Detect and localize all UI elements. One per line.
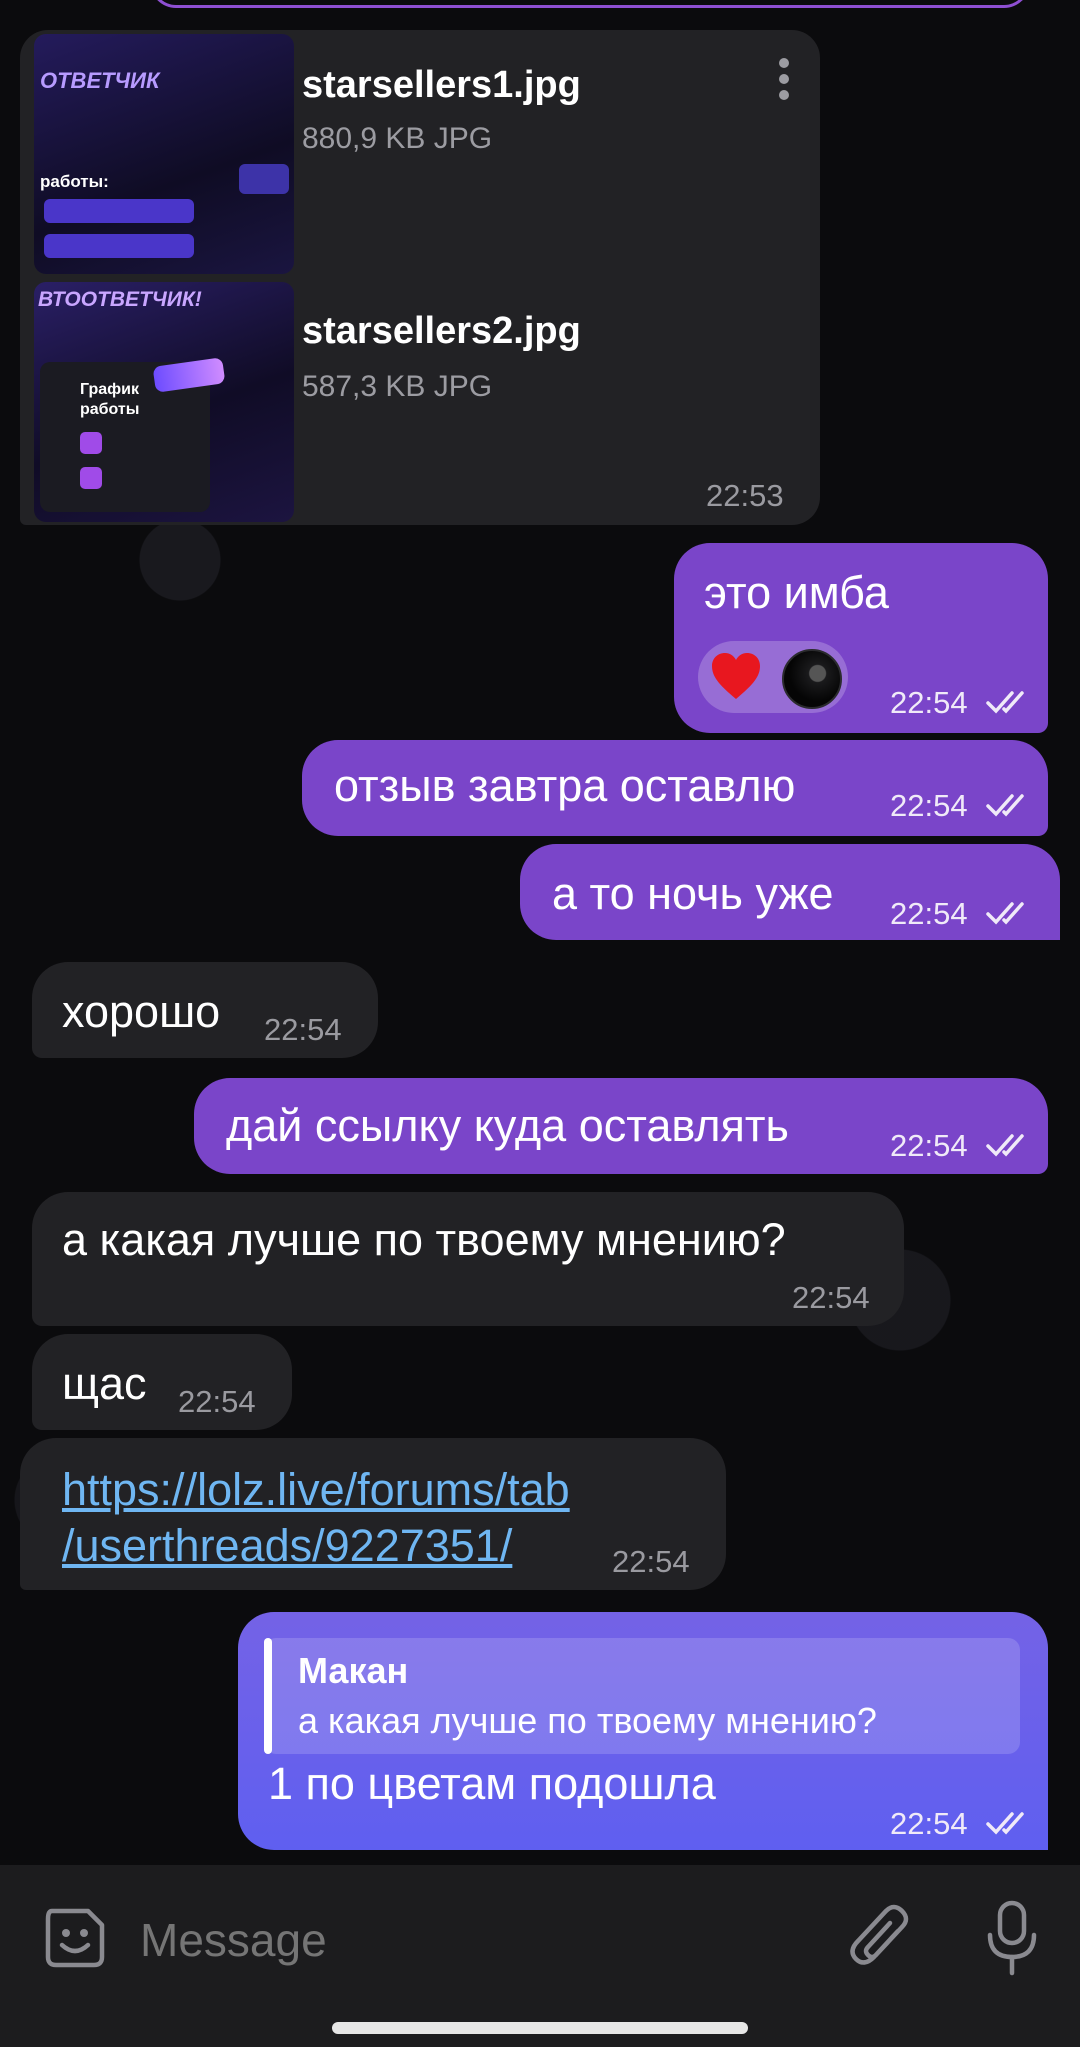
file-meta-2: 587,3 KB JPG <box>302 370 493 403</box>
home-indicator[interactable] <box>332 2022 748 2034</box>
thumbnail-button <box>44 234 194 258</box>
message-text: отзыв завтра оставлю <box>334 760 796 811</box>
incoming-message[interactable]: https://lolz.live/forums/tab /userthread… <box>20 1438 726 1590</box>
sticker-emoji-icon[interactable] <box>42 1905 108 1971</box>
message-time: 22:53 <box>706 478 784 513</box>
file-name-1[interactable]: starsellers1.jpg <box>302 64 581 107</box>
message-time: 22:54 <box>890 788 968 823</box>
message-text: а то ночь уже <box>552 868 834 919</box>
message-text: хорошо <box>62 986 221 1037</box>
reply-text: а какая лучше по твоему мнению? <box>298 1700 877 1741</box>
thumbnail-icon <box>80 432 102 454</box>
double-check-icon <box>986 691 1024 714</box>
message-link[interactable]: /userthreads/9227351/ <box>62 1518 512 1574</box>
message-time: 22:54 <box>612 1544 690 1579</box>
message-composer <box>0 1865 1080 2047</box>
thumbnail-button <box>239 164 289 194</box>
thumbnail-button <box>44 199 194 223</box>
reply-quote[interactable]: Макан а какая лучше по твоему мнению? <box>264 1638 1020 1754</box>
outgoing-message[interactable]: это имба 22:54 <box>674 543 1048 733</box>
message-input[interactable] <box>138 1907 822 1973</box>
previous-message-edge <box>150 0 1030 8</box>
microphone-icon[interactable] <box>982 1899 1042 1979</box>
message-text: щас <box>62 1358 147 1409</box>
message-time: 22:54 <box>264 1012 342 1047</box>
incoming-message[interactable]: хорошо 22:54 <box>32 962 378 1058</box>
file-thumbnail-1[interactable]: ОТВЕТЧИК работы: <box>34 34 294 274</box>
message-text: это имба <box>704 567 889 618</box>
message-text: 1 по цветам подошла <box>268 1758 716 1809</box>
outgoing-message[interactable]: дай ссылку куда оставлять 22:54 <box>194 1078 1048 1174</box>
incoming-message[interactable]: щас 22:54 <box>32 1334 292 1430</box>
reactions-bar[interactable] <box>698 641 848 713</box>
file-meta-1: 880,9 KB JPG <box>302 122 493 155</box>
outgoing-reply-message[interactable]: Макан а какая лучше по твоему мнению? 1 … <box>238 1612 1048 1850</box>
file-message-bubble[interactable]: ОТВЕТЧИК работы: starsellers1.jpg 880,9 … <box>20 30 820 525</box>
message-time: 22:54 <box>890 1128 968 1163</box>
outgoing-message[interactable]: отзыв завтра оставлю 22:54 <box>302 740 1048 836</box>
thumbnail-subtitle: График работы <box>80 381 140 418</box>
message-time: 22:54 <box>792 1280 870 1315</box>
red-heart-icon <box>712 653 760 699</box>
message-text: а какая лучше по твоему мнению? <box>62 1214 786 1265</box>
thumbnail-title: ОТВЕТЧИК <box>40 68 160 93</box>
message-time: 22:54 <box>890 685 968 720</box>
reply-author: Макан <box>298 1650 409 1691</box>
double-check-icon <box>986 1134 1024 1157</box>
incoming-message[interactable]: а какая лучше по твоему мнению? 22:54 <box>32 1192 904 1326</box>
double-check-icon <box>986 902 1024 925</box>
double-check-icon <box>986 794 1024 817</box>
double-check-icon <box>986 1812 1024 1835</box>
message-text: дай ссылку куда оставлять <box>226 1100 789 1151</box>
more-vertical-icon[interactable] <box>777 58 791 108</box>
message-time: 22:54 <box>178 1384 256 1419</box>
thumbnail-title: ВТООТВЕТЧИК! <box>38 288 202 311</box>
file-thumbnail-2[interactable]: ВТООТВЕТЧИК! График работы <box>34 282 294 522</box>
message-time: 22:54 <box>890 1806 968 1841</box>
avatar <box>782 649 842 709</box>
message-link[interactable]: https://lolz.live/forums/tab <box>62 1462 570 1518</box>
message-time: 22:54 <box>890 896 968 931</box>
thumbnail-icon <box>80 467 102 489</box>
outgoing-message[interactable]: а то ночь уже 22:54 <box>520 844 1060 940</box>
paperclip-icon[interactable] <box>848 1901 914 1973</box>
reply-quote-bar <box>264 1638 272 1754</box>
file-name-2[interactable]: starsellers2.jpg <box>302 310 581 353</box>
thumbnail-subtitle: работы: <box>40 172 109 191</box>
